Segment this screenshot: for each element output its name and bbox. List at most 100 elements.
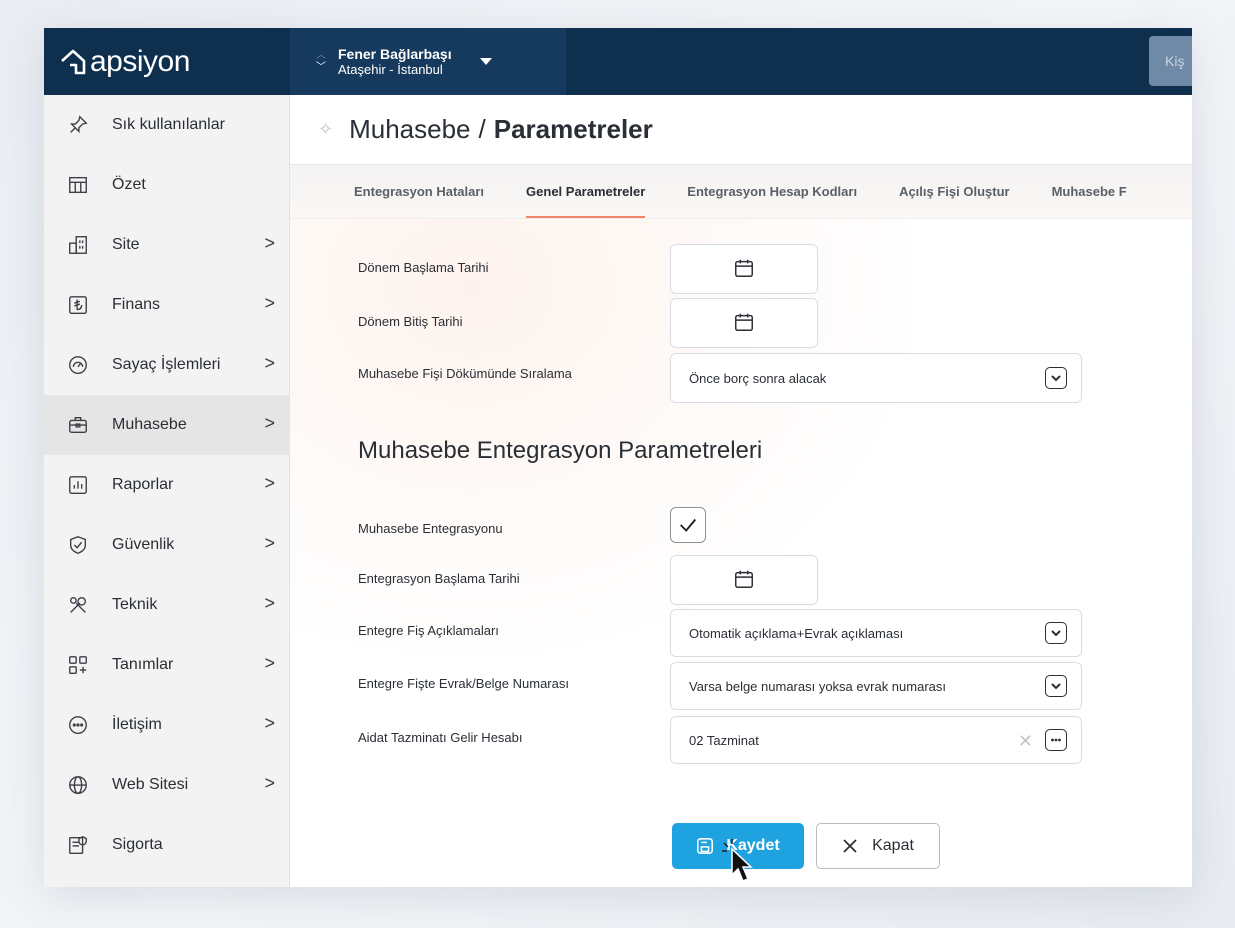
- sidebar-item-summary[interactable]: Özet: [44, 155, 289, 215]
- report-icon: [66, 473, 90, 497]
- chevron-right-icon: >: [264, 593, 275, 613]
- form-row-integration-start: Entegrasyon Başlama Tarihi: [358, 555, 1158, 605]
- sidebar-item-communication[interactable]: İletişim >: [44, 695, 289, 755]
- chat-icon: [66, 713, 90, 737]
- sidebar-item-insurance[interactable]: Sigorta: [44, 815, 289, 875]
- tab-accounting-more[interactable]: Muhasebe F: [1052, 164, 1127, 218]
- dues-compensation-label: Aidat Tazminatı Gelir Hesabı: [358, 730, 523, 745]
- sidebar-item-technical[interactable]: Teknik >: [44, 575, 289, 635]
- shield-icon: [66, 533, 90, 557]
- breadcrumb-current: Parametreler: [493, 114, 653, 144]
- sort-label: Muhasebe Fişi Dökümünde Sıralama: [358, 366, 572, 381]
- sidebar-item-favorites[interactable]: Sık kullanılanlar: [44, 95, 289, 155]
- integration-checkbox[interactable]: [670, 507, 706, 543]
- top-right-button[interactable]: Kiş: [1149, 36, 1192, 86]
- chevron-right-icon: >: [264, 773, 275, 793]
- close-button[interactable]: Kapat: [816, 823, 940, 869]
- chevron-right-icon: >: [264, 233, 275, 253]
- caret-down-icon[interactable]: [479, 58, 492, 65]
- document-number-select[interactable]: Varsa belge numarası yoksa evrak numaras…: [670, 662, 1082, 710]
- period-start-label: Dönem Başlama Tarihi: [358, 260, 489, 275]
- form-row-dues-compensation: Aidat Tazminatı Gelir Hesabı 02 Tazminat…: [358, 716, 1158, 766]
- sidebar-item-website[interactable]: Web Sitesi >: [44, 755, 289, 815]
- slip-descriptions-label: Entegre Fiş Açıklamaları: [358, 623, 499, 638]
- chevron-down-icon[interactable]: [1045, 367, 1067, 389]
- form-row-sorting: Muhasebe Fişi Dökümünde Sıralama Önce bo…: [358, 353, 1158, 403]
- chevron-right-icon: >: [264, 293, 275, 313]
- sidebar-item-label: Sigorta: [112, 836, 163, 853]
- sidebar-item-label: Sık kullanılanlar: [112, 116, 225, 133]
- breadcrumb-parent: Muhasebe: [349, 114, 471, 144]
- sidebar-item-label: Sayaç İşlemleri: [112, 356, 221, 373]
- sidebar-item-label: Raporlar: [112, 476, 174, 493]
- slip-descriptions-value: Otomatik açıklama+Evrak açıklaması: [689, 625, 904, 641]
- document-number-value: Varsa belge numarası yoksa evrak numaras…: [689, 678, 946, 694]
- mouse-cursor-icon: [722, 839, 753, 882]
- sidebar-item-label: Site: [112, 236, 140, 253]
- sidebar-item-label: Muhasebe: [112, 416, 187, 433]
- grid-plus-icon: [66, 653, 90, 677]
- chevron-down-icon[interactable]: [1045, 675, 1067, 697]
- chevron-down-icon[interactable]: ﹀: [316, 62, 326, 74]
- close-icon: [843, 839, 857, 853]
- logo-house-icon: [61, 49, 86, 74]
- sidebar-item-meter-operations[interactable]: Sayaç İşlemleri >: [44, 335, 289, 395]
- period-end-date-field[interactable]: [670, 298, 818, 348]
- tab-bar: Entegrasyon Hataları Genel Parametreler …: [290, 165, 1192, 219]
- globe-icon: [66, 773, 90, 797]
- chevron-up-icon[interactable]: ︿: [316, 50, 326, 62]
- form-row-document-number: Entegre Fişte Evrak/Belge Numarası Varsa…: [358, 662, 1158, 712]
- site-nav-arrows: ︿ ﹀: [310, 50, 332, 74]
- sidebar-item-label: Özet: [112, 176, 146, 193]
- lira-icon: [66, 293, 90, 317]
- more-options-icon[interactable]: [1045, 729, 1067, 751]
- tab-integration-account-codes[interactable]: Entegrasyon Hesap Kodları: [687, 164, 857, 218]
- form-row-period-end: Dönem Bitiş Tarihi: [358, 298, 1158, 348]
- sidebar-item-reports[interactable]: Raporlar >: [44, 455, 289, 515]
- sidebar-item-finance[interactable]: Finans >: [44, 275, 289, 335]
- site-selector[interactable]: ︿ ﹀ Fener Bağlarbaşı Ataşehir - İstanbul: [290, 28, 566, 95]
- page-title: ✧ Muhasebe / Parametreler: [290, 95, 1192, 165]
- site-location: Ataşehir - İstanbul: [338, 62, 443, 77]
- tools-icon: [66, 593, 90, 617]
- form-row-period-start: Dönem Başlama Tarihi: [358, 244, 1158, 294]
- chevron-right-icon: >: [264, 713, 275, 733]
- form-row-slip-descriptions: Entegre Fiş Açıklamaları Otomatik açıkla…: [358, 609, 1158, 659]
- calendar-icon[interactable]: [733, 257, 755, 282]
- gauge-icon: [66, 353, 90, 377]
- sidebar-item-definitions[interactable]: Tanımlar >: [44, 635, 289, 695]
- site-name: Fener Bağlarbaşı: [338, 46, 452, 62]
- form-area: Dönem Başlama Tarihi Dönem Bitiş Tarihi: [290, 219, 1192, 887]
- sidebar-item-label: Teknik: [112, 596, 158, 613]
- sidebar-item-label: Web Sitesi: [112, 776, 189, 793]
- integration-label: Muhasebe Entegrasyonu: [358, 521, 503, 536]
- logo[interactable]: apsiyon: [44, 28, 290, 95]
- table-icon: [66, 173, 90, 197]
- dues-compensation-field[interactable]: 02 Tazminat ✕: [670, 716, 1082, 764]
- chevron-right-icon: >: [264, 473, 275, 493]
- calendar-icon[interactable]: [733, 568, 755, 593]
- integration-start-date-field[interactable]: [670, 555, 818, 605]
- sidebar-item-site[interactable]: Site >: [44, 215, 289, 275]
- insurance-icon: [66, 833, 90, 857]
- building-icon: [66, 233, 90, 257]
- sidebar-item-label: Finans: [112, 296, 161, 313]
- period-start-date-field[interactable]: [670, 244, 818, 294]
- briefcase-icon: [66, 413, 90, 437]
- sort-select[interactable]: Önce borç sonra alacak: [670, 353, 1082, 403]
- main-content: ✧ Muhasebe / Parametreler Entegrasyon Ha…: [290, 95, 1192, 887]
- calendar-icon[interactable]: [733, 311, 755, 336]
- sidebar: Sık kullanılanlar Özet Site > Finans > Sayaç İ…: [44, 95, 290, 887]
- tab-create-opening-slip[interactable]: Açılış Fişi Oluştur: [899, 164, 1010, 218]
- sidebar-item-accounting[interactable]: Muhasebe >: [44, 395, 289, 455]
- pin-icon[interactable]: ✧: [318, 119, 333, 140]
- slip-descriptions-select[interactable]: Otomatik açıklama+Evrak açıklaması: [670, 609, 1082, 657]
- tab-general-parameters[interactable]: Genel Parametreler: [526, 164, 646, 218]
- chevron-down-icon[interactable]: [1045, 622, 1067, 644]
- clear-icon[interactable]: ✕: [1018, 731, 1033, 752]
- pin-icon: [66, 113, 90, 137]
- sidebar-item-security[interactable]: Güvenlik >: [44, 515, 289, 575]
- tab-integration-errors[interactable]: Entegrasyon Hataları: [354, 164, 484, 218]
- sidebar-item-label: Güvenlik: [112, 536, 175, 553]
- app-window: apsiyon ︿ ﹀ Fener Bağlarbaşı Ataşehir - …: [44, 28, 1192, 887]
